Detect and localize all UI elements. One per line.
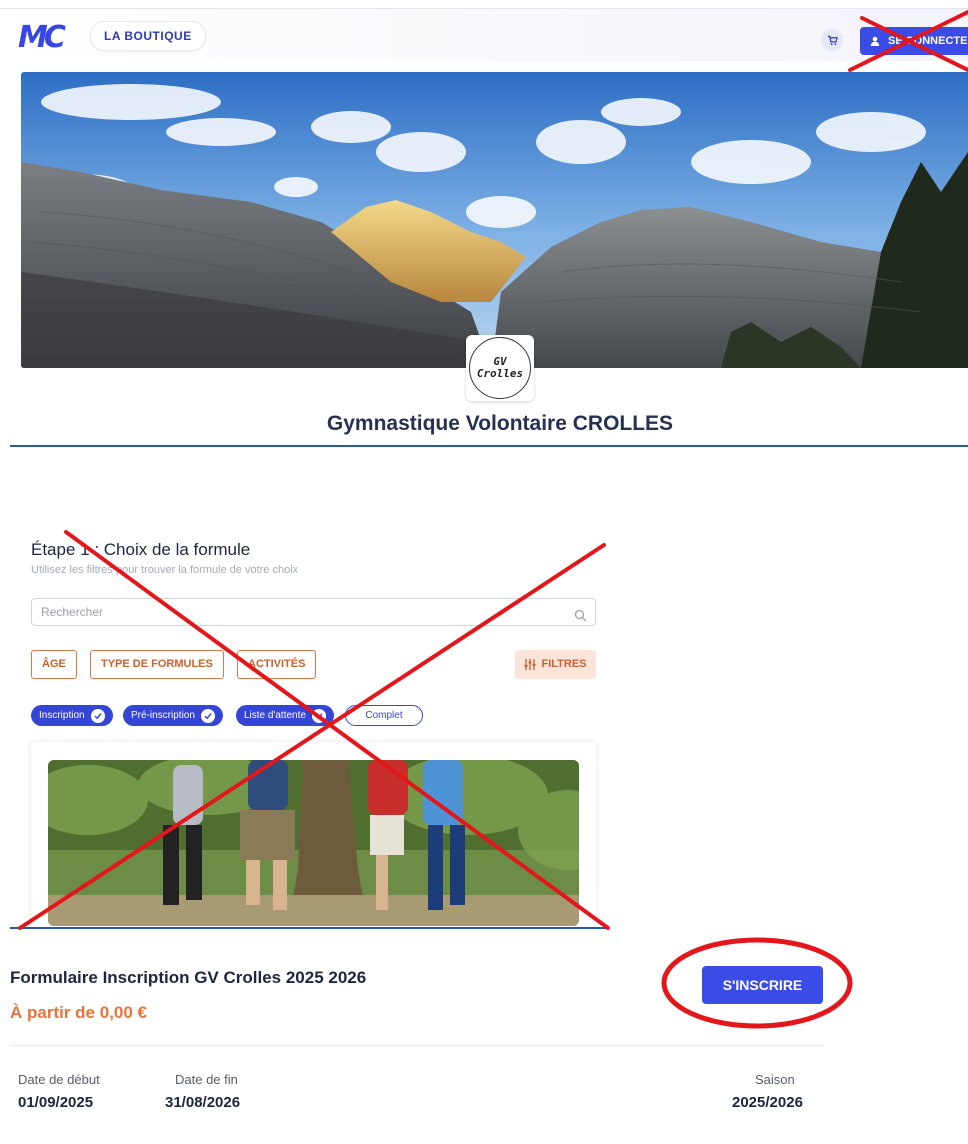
login-label: SE CONNECTER [888, 35, 968, 47]
mountain-landscape-image [21, 72, 968, 368]
section-divider [10, 927, 606, 929]
detail-divider [10, 1045, 824, 1046]
formula-price: À partir de 0,00 € [10, 1003, 148, 1022]
step-title: Étape 1 : Choix de la formule [31, 540, 251, 559]
chip-label: Pré-inscription [131, 710, 195, 721]
check-icon [90, 708, 105, 723]
status-chip-liste-attente[interactable]: Liste d'attente [236, 705, 334, 726]
formula-card[interactable] [31, 742, 596, 928]
sliders-icon [524, 659, 536, 670]
club-logo-line2: Crolles [476, 367, 524, 380]
type-formules-filter-button[interactable]: TYPE DE FORMULES [90, 650, 224, 679]
club-logo-badge: GV Crolles [469, 337, 531, 399]
top-navigation: MC LA BOUTIQUE SE CONNECTER [0, 8, 968, 61]
search-placeholder: Rechercher [41, 605, 104, 619]
chip-label: Complet [365, 710, 403, 721]
check-icon [311, 708, 326, 723]
check-icon [200, 708, 215, 723]
club-name: Gymnastique Volontaire CROLLES [326, 412, 674, 435]
login-button[interactable]: SE CONNECTER [860, 27, 968, 55]
status-chip-complet[interactable]: Complet [345, 705, 423, 726]
cart-icon [827, 35, 838, 45]
activites-filter-button[interactable]: ACTIVITÉS [237, 650, 317, 679]
end-date-label: Date de fin [175, 1072, 238, 1087]
end-date-value: 31/08/2026 [165, 1094, 241, 1111]
chip-label: Liste d'attente [244, 710, 306, 721]
hero-banner [21, 72, 968, 368]
sinscrire-button[interactable]: S'INSCRIRE [702, 966, 823, 1004]
club-logo: GV Crolles [466, 335, 534, 401]
start-date-value: 01/09/2025 [18, 1094, 94, 1111]
status-chip-inscription[interactable]: Inscription [31, 705, 113, 726]
filters-label: FILTRES [541, 658, 587, 670]
start-date-label: Date de début [18, 1072, 100, 1087]
status-chip-pre-inscription[interactable]: Pré-inscription [123, 705, 223, 726]
chip-label: Inscription [39, 710, 85, 721]
age-filter-button[interactable]: ÂGE [31, 650, 77, 679]
search-input[interactable]: Rechercher [31, 598, 596, 626]
filters-button[interactable]: FILTRES [515, 650, 596, 679]
header-divider [10, 445, 968, 447]
step-subtitle: Utilisez les filtres pour trouver la for… [31, 564, 299, 576]
cart-button[interactable] [821, 29, 843, 51]
boutique-button[interactable]: LA BOUTIQUE [90, 21, 206, 51]
search-icon [574, 605, 587, 631]
formula-title: Formulaire Inscription GV Crolles 2025 2… [10, 968, 367, 987]
season-label: Saison [755, 1072, 795, 1087]
user-icon [870, 36, 880, 46]
season-value: 2025/2026 [732, 1094, 803, 1111]
brand-logo[interactable]: MC [18, 23, 66, 53]
walkers-photo [48, 760, 579, 926]
